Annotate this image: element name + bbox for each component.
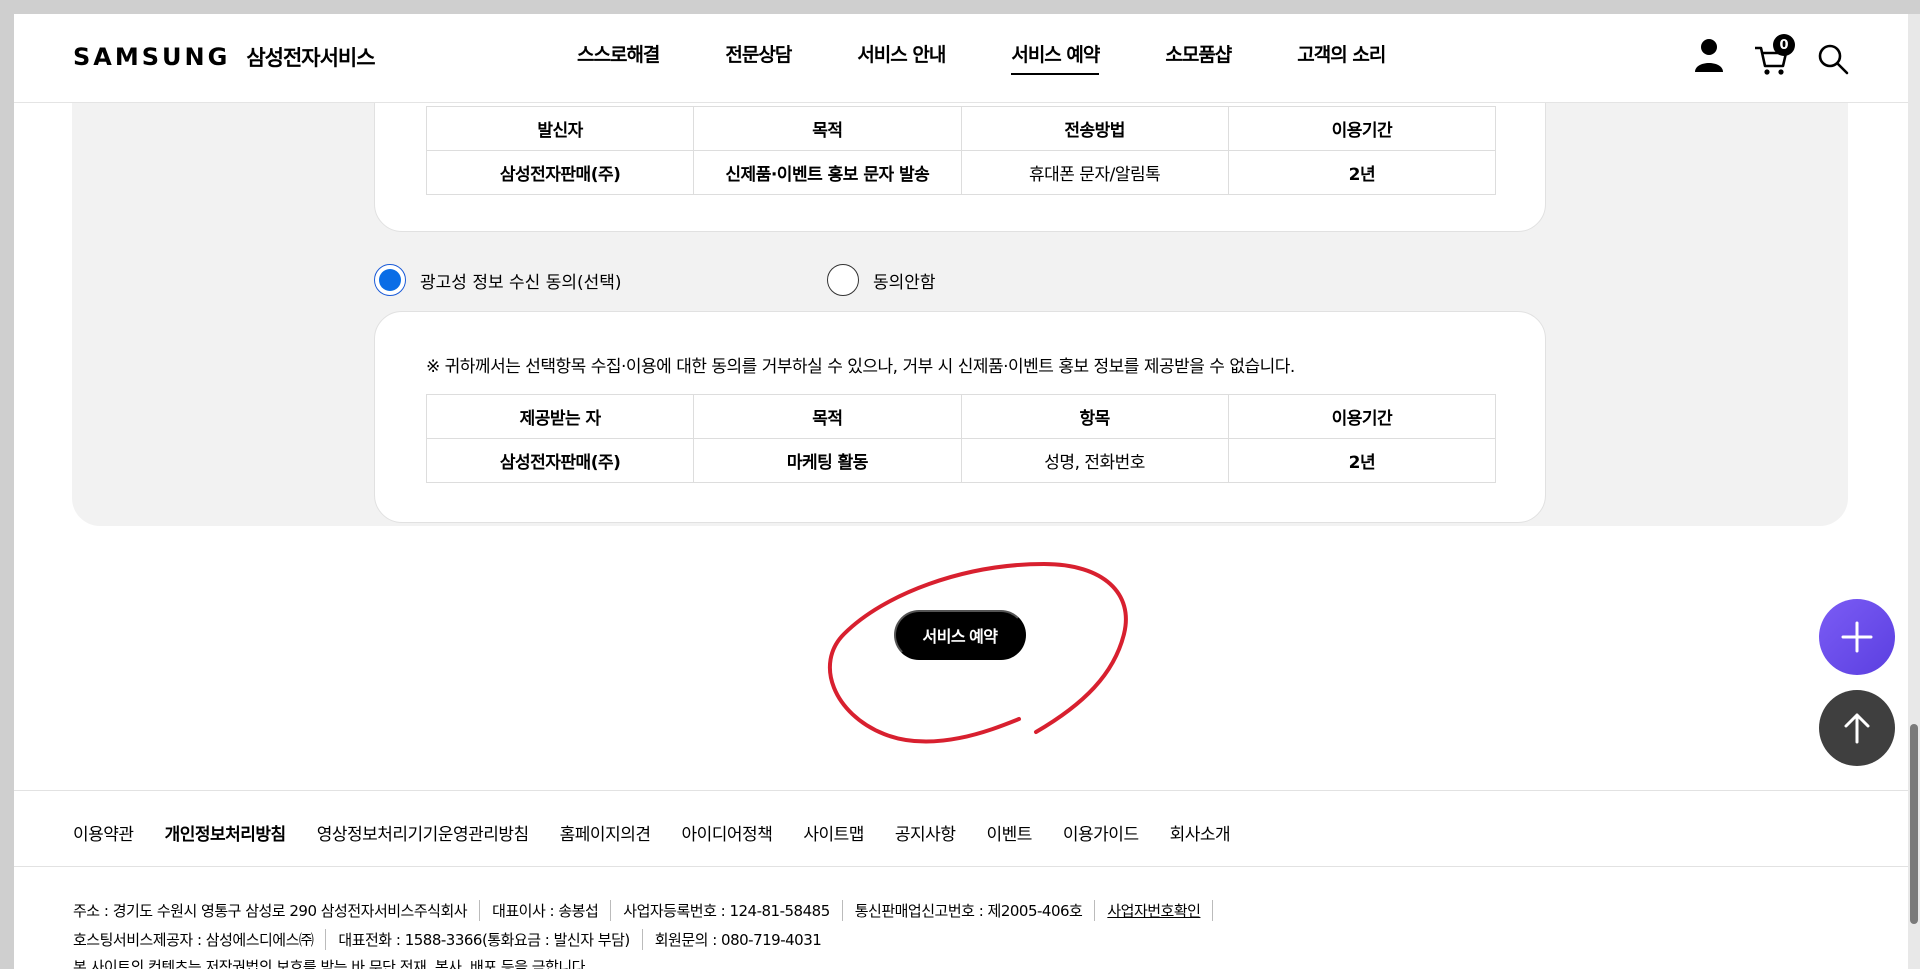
table-cell: 성명, 전화번호 — [960, 438, 1229, 483]
arrow-up-icon — [1844, 713, 1870, 744]
marketing-consent-table: 제공받는 자 목적 항목 이용기간 삼성전자판매(주) 마케팅 활동 성명, 전… — [425, 394, 1497, 483]
logo-subtitle: 삼성전자서비스 — [246, 46, 375, 70]
nav-item-customer-voice[interactable]: 고객의 소리 — [1297, 40, 1386, 75]
nav-item-supplies-shop[interactable]: 소모품샵 — [1165, 40, 1232, 75]
disagree-radio[interactable] — [827, 264, 859, 296]
sms-consent-table: 발신자 목적 전송방법 이용기간 삼성전자판매(주) 신제품·이벤트 홍보 문자… — [425, 106, 1497, 195]
main-phone: 대표전화 : 1588-3366(통화요금 : 발신자 부담) — [338, 929, 643, 950]
site-header: SAMSUNG 삼성전자서비스 스스로해결 전문상담 서비스 안내 서비스 예약… — [14, 14, 1908, 103]
table-cell: 신제품·이벤트 홍보 문자 발송 — [693, 150, 962, 195]
footer-link[interactable]: 이벤트 — [986, 820, 1032, 845]
table-header-cell: 전송방법 — [960, 106, 1229, 151]
footer-link[interactable]: 공지사항 — [895, 820, 956, 845]
footer-link[interactable]: 이용약관 — [73, 820, 134, 845]
agree-radio[interactable] — [374, 264, 406, 296]
table-cell: 2년 — [1227, 438, 1497, 483]
table-header-row: 발신자 목적 전송방법 이용기간 — [425, 106, 1497, 151]
company-address: 주소 : 경기도 수원시 영통구 삼성로 290 삼성전자서비스주식회사 — [73, 900, 481, 921]
footer-link[interactable]: 이용가이드 — [1063, 820, 1139, 845]
company-ceo: 대표이사 : 송봉섭 — [492, 900, 612, 921]
footer-link[interactable]: 아이디어정책 — [682, 820, 773, 845]
table-header-cell: 이용기간 — [1227, 106, 1497, 151]
cart-count-badge: 0 — [1773, 34, 1795, 56]
footer-link[interactable]: 영상정보처리기기운영관리방침 — [317, 820, 529, 845]
company-info-line: 주소 : 경기도 수원시 영통구 삼성로 290 삼성전자서비스주식회사 대표이… — [73, 900, 1225, 921]
agree-radio-option[interactable]: 광고성 정보 수신 동의(선택) — [374, 264, 622, 296]
footer-link[interactable]: 사이트맵 — [803, 820, 864, 845]
logo-wordmark: SAMSUNG — [73, 43, 231, 71]
table-header-cell: 발신자 — [425, 106, 695, 151]
main-nav: 스스로해결 전문상담 서비스 안내 서비스 예약 소모품샵 고객의 소리 — [577, 40, 1451, 75]
page: 발신자 목적 전송방법 이용기간 삼성전자판매(주) 신제품·이벤트 홍보 문자… — [14, 14, 1908, 969]
scrollbar-thumb[interactable] — [1910, 724, 1918, 924]
add-fab-button[interactable] — [1819, 599, 1895, 675]
table-cell: 마케팅 활동 — [693, 438, 962, 483]
footer-divider — [14, 790, 1908, 791]
cart-button[interactable]: 0 — [1753, 34, 1795, 76]
samsung-logo[interactable]: SAMSUNG 삼성전자서비스 — [73, 42, 376, 72]
header-icons: 0 — [1691, 34, 1851, 76]
search-icon — [1818, 44, 1849, 75]
table-row: 삼성전자판매(주) 마케팅 활동 성명, 전화번호 2년 — [425, 438, 1497, 483]
copyright-text: 본 사이트의 컨텐츠는 저작권법의 보호를 받는 바 무단 전재, 복사, 배포… — [73, 958, 590, 969]
user-button[interactable] — [1691, 36, 1727, 76]
business-number: 사업자등록번호 : 124-81-58485 — [623, 900, 843, 921]
table-row: 삼성전자판매(주) 신제품·이벤트 홍보 문자 발송 휴대폰 문자/알림톡 2년 — [425, 150, 1497, 195]
table-header-cell: 목적 — [693, 394, 962, 439]
nav-item-service-guide[interactable]: 서비스 안내 — [857, 40, 946, 75]
footer-divider — [14, 866, 1908, 867]
footer-link-privacy[interactable]: 개인정보처리방침 — [165, 820, 287, 845]
plus-icon — [1841, 621, 1873, 653]
table-header-cell: 이용기간 — [1227, 394, 1497, 439]
consent-note: ※ 귀하께서는 선택항목 수집·이용에 대한 동의를 거부하실 수 있으나, 거… — [426, 357, 1295, 377]
search-button[interactable] — [1815, 36, 1851, 76]
footer-link[interactable]: 회사소개 — [1170, 820, 1231, 845]
nav-item-service-reservation[interactable]: 서비스 예약 — [1011, 40, 1100, 75]
footer-link[interactable]: 홈페이지의견 — [560, 820, 651, 845]
table-header-cell: 목적 — [693, 106, 962, 151]
disagree-radio-option[interactable]: 동의안함 — [827, 264, 936, 296]
hosting-provider: 호스팅서비스제공자 : 삼성에스디에스㈜ — [73, 929, 327, 950]
agree-radio-label: 광고성 정보 수신 동의(선택) — [420, 272, 622, 293]
table-cell: 2년 — [1227, 150, 1497, 195]
company-info-line: 호스팅서비스제공자 : 삼성에스디에스㈜ 대표전화 : 1588-3366(통화… — [73, 929, 845, 950]
table-cell: 삼성전자판매(주) — [425, 150, 695, 195]
page-scrollbar[interactable] — [1908, 14, 1920, 969]
nav-item-self-solve[interactable]: 스스로해결 — [577, 40, 660, 75]
red-annotation-circle — [827, 561, 1128, 744]
scroll-to-top-button[interactable] — [1819, 690, 1895, 766]
disagree-radio-label: 동의안함 — [873, 272, 936, 293]
mail-order-number: 통신판매업신고번호 : 제2005-406호 — [855, 900, 1096, 921]
member-inquiry: 회원문의 : 080-719-4031 — [654, 931, 822, 949]
table-header-row: 제공받는 자 목적 항목 이용기간 — [425, 394, 1497, 439]
table-cell: 삼성전자판매(주) — [425, 438, 695, 483]
table-cell: 휴대폰 문자/알림톡 — [960, 150, 1229, 195]
user-icon — [1695, 39, 1723, 72]
footer-links: 이용약관 개인정보처리방침 영상정보처리기기운영관리방침 홈페이지의견 아이디어… — [73, 820, 1261, 845]
table-header-cell: 항목 — [960, 394, 1229, 439]
nav-item-consult[interactable]: 전문상담 — [725, 40, 792, 75]
business-number-check-link[interactable]: 사업자번호확인 — [1107, 900, 1214, 921]
copyright-notice: 본 사이트의 컨텐츠는 저작권법의 보호를 받는 바 무단 전재, 복사, 배포… — [73, 956, 613, 969]
table-header-cell: 제공받는 자 — [425, 394, 695, 439]
